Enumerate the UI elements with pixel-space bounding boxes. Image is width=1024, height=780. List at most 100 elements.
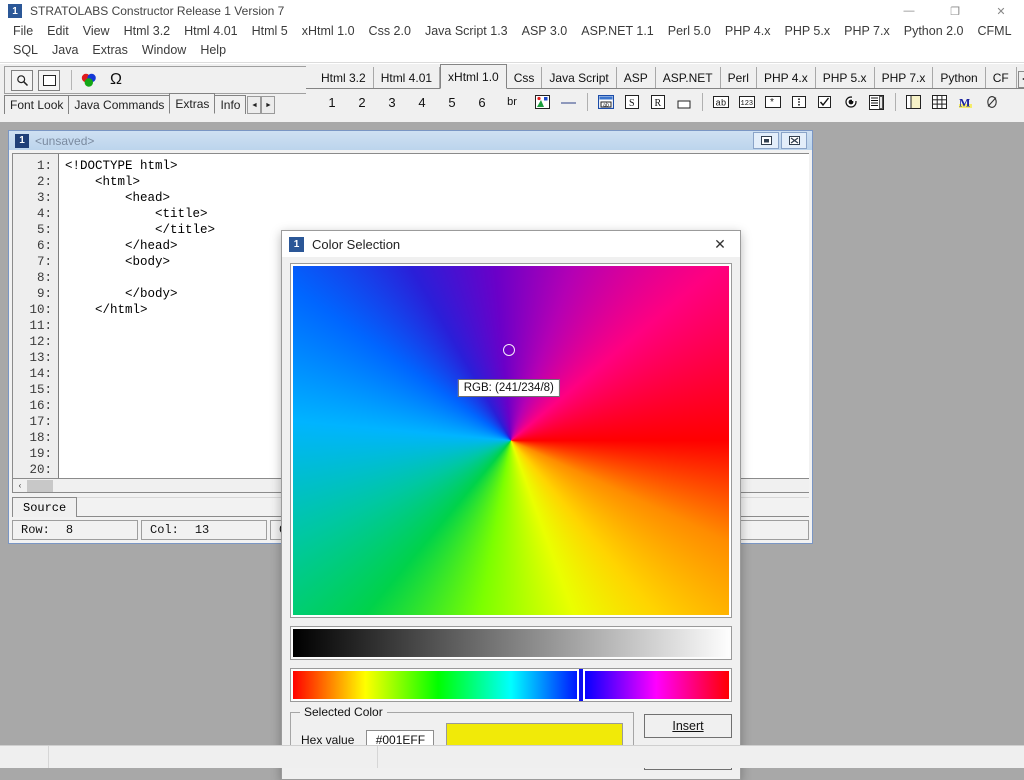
omega-symbol-icon[interactable]: Ω — [105, 70, 127, 91]
heading-6-button[interactable]: 6 — [472, 92, 492, 112]
status-row-label: Row: — [21, 523, 50, 537]
checkbox-icon[interactable] — [814, 92, 835, 112]
button-icon[interactable] — [673, 92, 694, 112]
password-field-icon[interactable]: * — [762, 92, 783, 112]
table-icon[interactable] — [929, 92, 950, 112]
radio-button-icon[interactable] — [840, 92, 861, 112]
status-row-value: 8 — [66, 523, 73, 537]
tab-html32[interactable]: Html 3.2 — [314, 67, 374, 88]
close-button[interactable]: ✕ — [978, 0, 1024, 22]
heading-3-button[interactable]: 3 — [382, 92, 402, 112]
minimize-button[interactable]: — — [886, 0, 932, 22]
menu-item-window[interactable]: Window — [135, 41, 193, 60]
menu-item-php5x[interactable]: PHP 5.x — [777, 22, 837, 41]
menu-item-css20[interactable]: Css 2.0 — [362, 22, 418, 41]
frame-icon[interactable] — [903, 92, 924, 112]
toolbar-divider-4 — [895, 93, 896, 111]
document-close-button[interactable] — [781, 132, 807, 149]
menu-item-file[interactable]: File — [6, 22, 40, 41]
tab-php4x[interactable]: PHP 4.x — [757, 67, 816, 88]
subtab-scroll-left-icon[interactable]: ◄ — [247, 96, 261, 114]
tab-php5x[interactable]: PHP 5.x — [816, 67, 875, 88]
dialog-close-icon[interactable]: ✕ — [700, 231, 740, 257]
maximize-button[interactable]: ❐ — [932, 0, 978, 22]
toolbar-divider-3 — [702, 93, 703, 111]
menu-item-xhtml10[interactable]: xHtml 1.0 — [295, 22, 362, 41]
color-selection-dialog[interactable]: 1 Color Selection ✕ RGB: (241/234/8) — [281, 230, 741, 780]
tab-css[interactable]: Css — [507, 67, 543, 88]
hscroll-thumb[interactable] — [27, 480, 53, 492]
menu-item-html32[interactable]: Html 3.2 — [117, 22, 178, 41]
tab-xhtml10[interactable]: xHtml 1.0 — [440, 64, 507, 89]
menu-item-python20[interactable]: Python 2.0 — [897, 22, 971, 41]
heading-1-button[interactable]: 1 — [322, 92, 342, 112]
menu-item-aspnet11[interactable]: ASP.NET 1.1 — [574, 22, 661, 41]
language-tab-row: Html 3.2 Html 4.01 xHtml 1.0 Css Java Sc… — [306, 64, 1024, 89]
menu-item-html401[interactable]: Html 4.01 — [177, 22, 245, 41]
tab-source[interactable]: Source — [12, 497, 77, 517]
document-title: <unsaved> — [35, 134, 94, 148]
listbox-icon[interactable] — [866, 92, 887, 112]
menu-item-cfml[interactable]: CFML — [971, 22, 1019, 41]
insert-image-icon[interactable] — [532, 92, 553, 112]
list-icon[interactable] — [788, 92, 809, 112]
link-icon[interactable] — [981, 92, 1002, 112]
marker-icon[interactable]: M — [955, 92, 976, 112]
color-wheel[interactable]: RGB: (241/234/8) — [293, 266, 729, 615]
menu-item-sql[interactable]: SQL — [6, 41, 45, 60]
document-restore-button[interactable] — [753, 132, 779, 149]
hue-slider[interactable] — [293, 671, 729, 699]
hue-slider-handle[interactable] — [577, 669, 585, 701]
number-field-icon[interactable]: 123 — [736, 92, 757, 112]
tab-html401[interactable]: Html 4.01 — [374, 67, 440, 88]
tab-perl[interactable]: Perl — [721, 67, 757, 88]
taskbar-empty-area — [378, 746, 1024, 768]
subtab-extras[interactable]: Extras — [169, 93, 215, 114]
tab-aspnet[interactable]: ASP.NET — [656, 67, 721, 88]
document-icon: 1 — [15, 134, 29, 148]
color-palette-icon[interactable] — [78, 70, 100, 91]
menu-item-extras[interactable]: Extras — [85, 41, 134, 60]
app-icon: 1 — [8, 4, 22, 18]
menu-item-perl50[interactable]: Perl 5.0 — [661, 22, 718, 41]
tab-php7x[interactable]: PHP 7.x — [875, 67, 934, 88]
tab-asp[interactable]: ASP — [617, 67, 656, 88]
insert-button[interactable]: Insert — [644, 714, 732, 738]
menu-item-asp30[interactable]: ASP 3.0 — [515, 22, 575, 41]
heading-5-button[interactable]: 5 — [442, 92, 462, 112]
tab-cf[interactable]: CF — [986, 67, 1017, 88]
subtab-scroll-right-icon[interactable]: ► — [261, 96, 275, 114]
menu-item-java[interactable]: Java — [45, 41, 85, 60]
color-picker-handle[interactable] — [503, 344, 515, 356]
line-break-button[interactable]: br — [502, 92, 522, 112]
taskbar-app-item[interactable] — [48, 746, 378, 768]
heading-4-button[interactable]: 4 — [412, 92, 432, 112]
tab-python[interactable]: Python — [933, 67, 985, 88]
reset-button-icon[interactable]: R — [647, 92, 668, 112]
text-field-icon[interactable]: ab — [710, 92, 731, 112]
menu-item-javascript13[interactable]: Java Script 1.3 — [418, 22, 515, 41]
blank-page-icon[interactable] — [38, 70, 60, 91]
subtab-info[interactable]: Info — [214, 95, 246, 114]
form-icon[interactable]: ab — [595, 92, 616, 112]
lang-scroll-left-icon[interactable]: ◄ — [1018, 71, 1024, 88]
subtab-java-commands[interactable]: Java Commands — [68, 95, 170, 114]
menu-item-help[interactable]: Help — [193, 41, 233, 60]
hscroll-left-icon[interactable]: ‹ — [13, 480, 27, 492]
subtab-font-look[interactable]: Font Look — [4, 95, 69, 114]
dialog-title: Color Selection — [312, 237, 400, 252]
menu-item-html5[interactable]: Html 5 — [245, 22, 295, 41]
menu-item-edit[interactable]: Edit — [40, 22, 76, 41]
taskbar-start-area[interactable] — [0, 746, 48, 768]
select-field-icon[interactable]: S — [621, 92, 642, 112]
dialog-icon: 1 — [289, 237, 304, 252]
menu-item-php4x[interactable]: PHP 4.x — [718, 22, 778, 41]
menu-item-view[interactable]: View — [76, 22, 117, 41]
menu-item-ruby[interactable]: Ruby — [1019, 22, 1024, 41]
zoom-icon[interactable] — [11, 70, 33, 91]
tab-java-script[interactable]: Java Script — [542, 67, 616, 88]
horizontal-rule-icon[interactable]: — — [558, 92, 579, 112]
heading-2-button[interactable]: 2 — [352, 92, 372, 112]
brightness-slider[interactable] — [293, 629, 729, 657]
menu-item-php7x[interactable]: PHP 7.x — [837, 22, 897, 41]
